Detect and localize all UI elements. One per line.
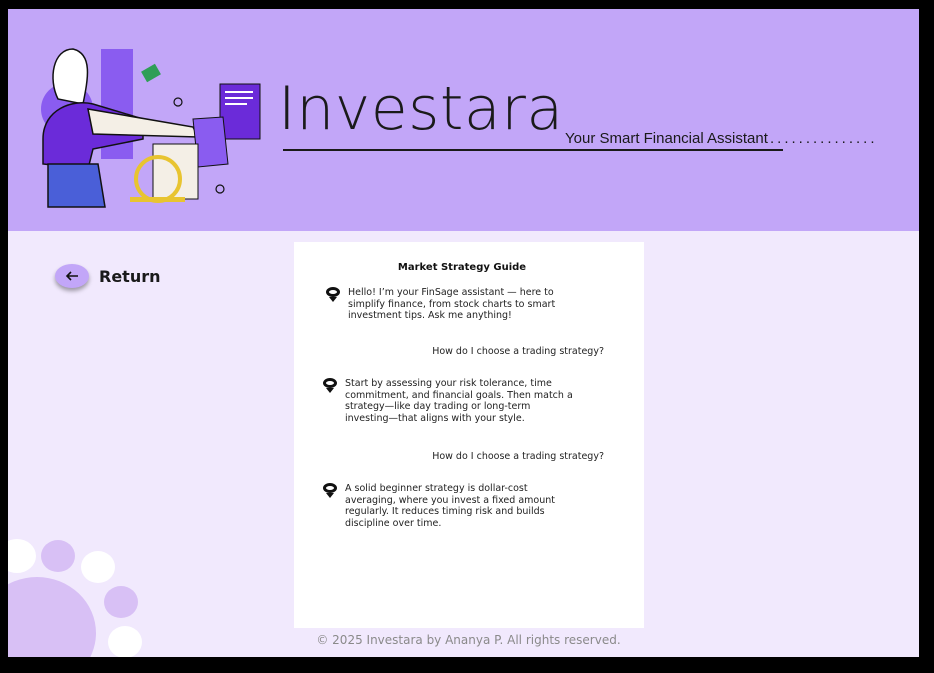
bot-message-text: Start by assessing your risk tolerance, … <box>345 378 573 424</box>
decor-dot <box>41 540 75 572</box>
bot-message: A solid beginner strategy is dollar-cost… <box>321 483 575 529</box>
bot-message-text: A solid beginner strategy is dollar-cost… <box>345 483 555 529</box>
app-frame: Investara Your Smart Financial Assistant… <box>8 9 919 657</box>
brand-underline <box>283 149 783 151</box>
decor-dot <box>104 586 138 618</box>
header: Investara Your Smart Financial Assistant… <box>8 9 919 231</box>
brand-tagline: Your Smart Financial Assistant <box>565 130 768 147</box>
arrow-left-icon <box>55 264 89 288</box>
user-message: How do I choose a trading strategy? <box>432 346 604 357</box>
user-message: How do I choose a trading strategy? <box>432 451 604 462</box>
chat-panel: Market Strategy Guide Hello! I’m your Fi… <box>294 242 644 628</box>
brand-tagline-dots: ............... <box>770 130 878 147</box>
bot-avatar-icon <box>323 483 337 498</box>
decor-dot <box>8 539 36 573</box>
bot-message: Hello! I’m your FinSage assistant — here… <box>324 287 578 322</box>
footer-copyright: © 2025 Investara by Ananya P. All rights… <box>316 633 621 647</box>
return-button[interactable]: Return <box>55 264 161 288</box>
bot-message: Start by assessing your risk tolerance, … <box>321 378 575 424</box>
bot-message-text: Hello! I’m your FinSage assistant — here… <box>348 287 556 321</box>
chat-title: Market Strategy Guide <box>397 262 527 273</box>
finance-person-illustration <box>41 48 261 208</box>
return-label: Return <box>99 266 161 286</box>
decor-dot <box>81 551 115 583</box>
bot-avatar-icon <box>326 287 340 302</box>
brand-title: Investara <box>278 74 564 144</box>
bot-avatar-icon <box>323 378 337 393</box>
